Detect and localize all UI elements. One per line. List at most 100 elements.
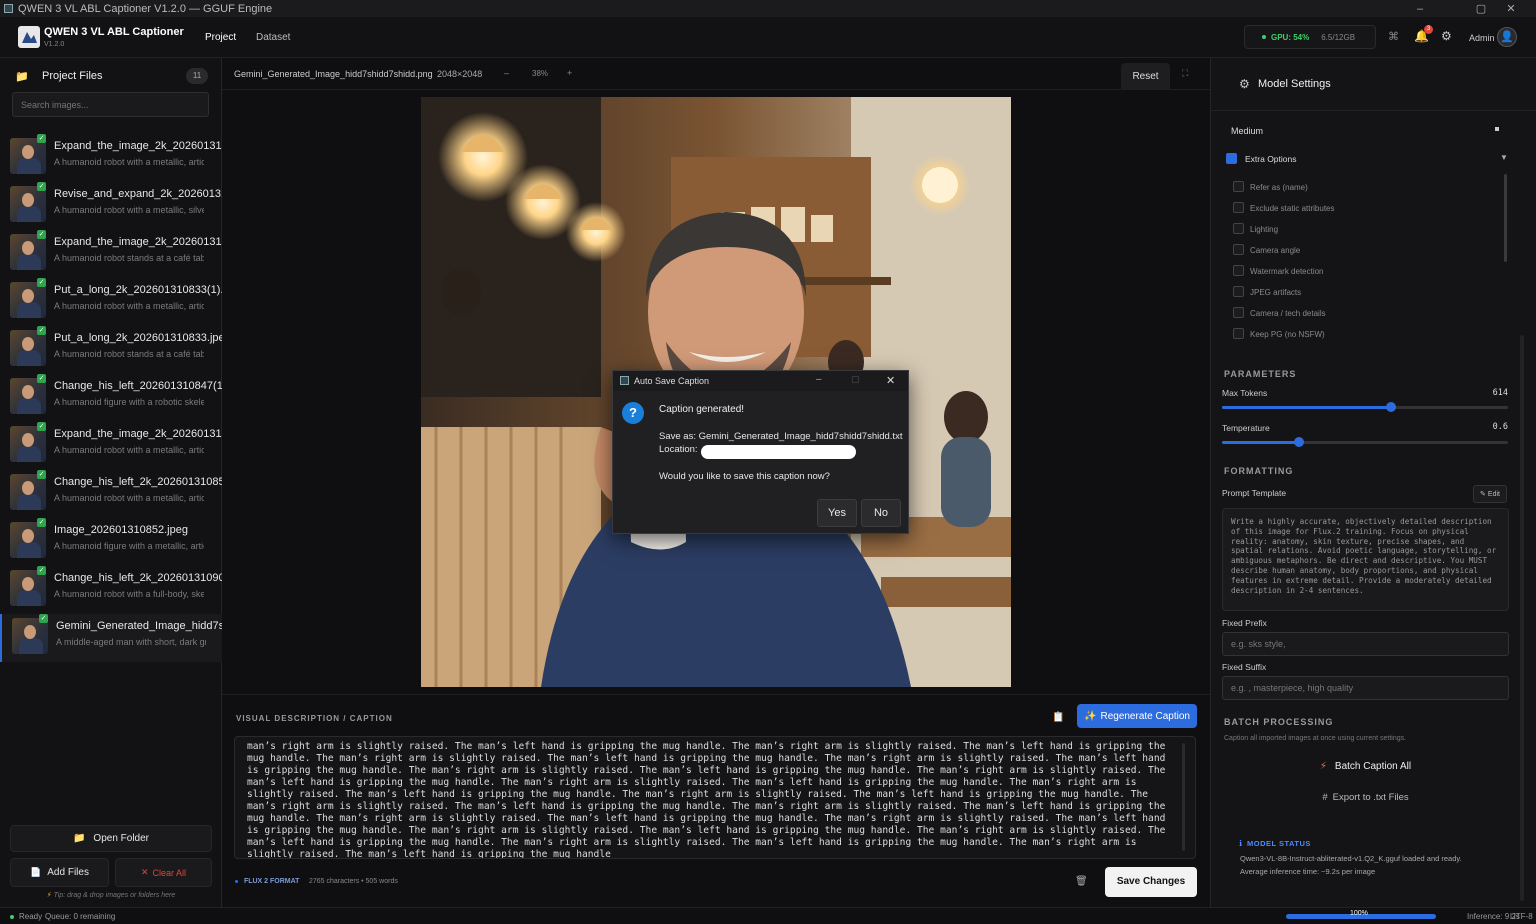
open-folder-label: Open Folder xyxy=(93,833,150,844)
option-checkbox[interactable] xyxy=(1233,286,1244,297)
option-checkbox[interactable] xyxy=(1233,181,1244,192)
dialog-minimize-icon[interactable]: – xyxy=(816,374,822,385)
file-list-item[interactable]: ✓ Change_his_left_2k_202601310906(1).jpeg… xyxy=(0,566,222,614)
minimize-icon[interactable]: – xyxy=(1405,0,1435,17)
option-label: Exclude static attributes xyxy=(1250,204,1335,213)
clear-all-button[interactable]: ✕ Clear All xyxy=(115,858,212,887)
max-tokens-slider-handle[interactable] xyxy=(1386,402,1396,412)
caption-scrollbar[interactable] xyxy=(1182,743,1185,851)
caption-text: man’s right arm is slightly raised. The … xyxy=(247,741,1172,859)
clear-all-label: Clear All xyxy=(152,867,187,878)
file-thumbnail xyxy=(10,474,46,510)
temperature-slider-handle[interactable] xyxy=(1294,437,1304,447)
info-icon: ℹ xyxy=(1239,839,1243,848)
temperature-fill xyxy=(1222,441,1299,444)
zoom-in-button[interactable]: + xyxy=(567,68,572,78)
user-name[interactable]: Admin xyxy=(1469,33,1495,43)
file-name: Change_his_left_2k_202601310906(1).jpeg xyxy=(54,572,222,584)
option-label: Watermark detection xyxy=(1250,267,1324,276)
question-icon: ? xyxy=(622,402,644,424)
panel-scrollbar[interactable] xyxy=(1520,335,1524,901)
fullscreen-icon[interactable]: ⛶ xyxy=(1182,68,1188,79)
fixed-prefix-label: Fixed Prefix xyxy=(1222,618,1267,628)
file-list-item[interactable]: ✓ Expand_the_image_2k_202601310826_blok A … xyxy=(0,422,222,470)
zoom-out-button[interactable]: – xyxy=(504,68,509,78)
avatar[interactable]: 👤 xyxy=(1497,27,1517,47)
file-list-item[interactable]: ✓ Expand_the_image_2k_202601310826.jpeg A … xyxy=(0,134,222,182)
file-name: Change_his_left_202601310847(1).jpg xyxy=(54,380,222,392)
file-list-item[interactable]: ✓ Change_his_left_2k_202601310852.jpeg A h… xyxy=(0,470,222,518)
file-thumbnail xyxy=(10,522,46,558)
dialog-heading: Caption generated! xyxy=(659,404,745,415)
file-description: A middle-aged man with short, dark gray … xyxy=(56,637,206,647)
fixed-suffix-input[interactable]: e.g. , masterpiece, high quality xyxy=(1222,676,1509,700)
extra-options-checkbox[interactable] xyxy=(1226,153,1237,164)
regenerate-caption-button[interactable]: ✨ Regenerate Caption xyxy=(1077,704,1197,728)
file-thumbnail xyxy=(10,426,46,462)
option-label: Keep PG (no NSFW) xyxy=(1250,330,1325,339)
file-list-item[interactable]: ✓ Revise_and_expand_2k_202601310825.jpeg A… xyxy=(0,182,222,230)
search-input[interactable] xyxy=(12,92,209,117)
prompt-template-textarea[interactable]: Write a highly accurate, objectively det… xyxy=(1222,508,1509,611)
status-ready: Ready xyxy=(19,912,43,921)
yes-button[interactable]: Yes xyxy=(817,499,857,527)
check-icon: ✓ xyxy=(37,326,46,335)
clipboard-icon[interactable]: 📋 xyxy=(1052,712,1064,723)
x-icon: ✕ xyxy=(140,867,149,877)
option-checkbox[interactable] xyxy=(1233,265,1244,276)
option-checkbox[interactable] xyxy=(1233,328,1244,339)
max-tokens-fill xyxy=(1222,406,1391,409)
nav-project[interactable]: Project xyxy=(205,32,236,43)
temperature-label: Temperature xyxy=(1222,423,1270,433)
option-label: Camera / tech details xyxy=(1250,309,1326,318)
file-list-item[interactable]: ✓ Gemini_Generated_Image_hidd7shidd7shidd… xyxy=(0,614,224,662)
trash-icon[interactable]: 🗑 xyxy=(1075,876,1088,887)
check-icon: ✓ xyxy=(37,518,46,527)
check-icon: ✓ xyxy=(37,230,46,239)
file-name: Gemini_Generated_Image_hidd7shidd7shidd xyxy=(56,620,224,632)
reset-button[interactable]: Reset xyxy=(1121,63,1170,90)
dialog-maximize-icon: ▢ xyxy=(851,374,860,384)
gear-icon[interactable]: ⚙ xyxy=(1441,29,1452,43)
batch-caption-all-button[interactable]: ⚡ Batch Caption All xyxy=(1222,755,1509,777)
sidebar-title: Project Files xyxy=(42,70,103,82)
options-scrollbar[interactable] xyxy=(1504,174,1507,262)
maximize-icon[interactable]: ▢ xyxy=(1466,0,1496,17)
fixed-prefix-input[interactable]: e.g. sks style, xyxy=(1222,632,1509,656)
file-icon: 📄 xyxy=(30,867,42,877)
no-button[interactable]: No xyxy=(861,499,901,527)
batch-caption-all-label: Batch Caption All xyxy=(1334,760,1412,772)
nav-dataset[interactable]: Dataset xyxy=(256,32,290,43)
option-checkbox[interactable] xyxy=(1233,223,1244,234)
progress-label: 100% xyxy=(1350,910,1368,917)
option-checkbox[interactable] xyxy=(1233,244,1244,255)
prompt-template-text: Write a highly accurate, objectively det… xyxy=(1231,517,1497,595)
caption-length-select[interactable]: Medium xyxy=(1222,121,1509,141)
extra-options-toggle[interactable]: Extra Options ▼ xyxy=(1226,151,1511,167)
auto-save-dialog: Auto Save Caption – ▢ ✕ ? Caption genera… xyxy=(612,370,909,534)
dialog-titlebar: Auto Save Caption – ▢ ✕ xyxy=(613,371,908,391)
close-window-icon[interactable]: ✕ xyxy=(1496,0,1526,17)
export-txt-button[interactable]: # Export to .txt Files xyxy=(1222,787,1509,807)
option-checkbox[interactable] xyxy=(1233,202,1244,213)
edit-template-button[interactable]: ✎ Edit xyxy=(1473,485,1507,503)
open-folder-button[interactable]: 📁 Open Folder xyxy=(10,825,212,852)
file-list-item[interactable]: ✓ Image_202601310852.jpeg A humanoid figur… xyxy=(0,518,222,566)
caption-section-label: VISUAL DESCRIPTION / CAPTION xyxy=(236,714,393,723)
format-label: FLUX 2 FORMAT xyxy=(243,878,300,885)
shortcut-icon[interactable]: ⌘ xyxy=(1388,30,1399,43)
file-list-item[interactable]: ✓ Put_a_long_2k_202601310833(1).jpeg A hum… xyxy=(0,278,222,326)
dialog-close-icon[interactable]: ✕ xyxy=(886,374,895,387)
add-files-button[interactable]: 📄 Add Files xyxy=(10,858,109,887)
option-label: Lighting xyxy=(1250,225,1279,234)
file-list-item[interactable]: ✓ Put_a_long_2k_202601310833.jpeg A humano… xyxy=(0,326,222,374)
option-checkbox[interactable] xyxy=(1233,307,1244,318)
file-list-item[interactable]: ✓ Change_his_left_202601310847(1).jpg A hu… xyxy=(0,374,222,422)
status-ready-dot-icon xyxy=(10,915,14,919)
save-changes-button[interactable]: Save Changes xyxy=(1105,867,1197,897)
export-txt-label: Export to .txt Files xyxy=(1332,791,1409,803)
option-label: Camera angle xyxy=(1250,246,1301,255)
parameters-header: PARAMETERS xyxy=(1224,369,1297,379)
file-list-item[interactable]: ✓ Expand_the_image_2k_202601310826(1).jpe… xyxy=(0,230,222,278)
caption-textarea[interactable]: man’s right arm is slightly raised. The … xyxy=(234,736,1196,859)
